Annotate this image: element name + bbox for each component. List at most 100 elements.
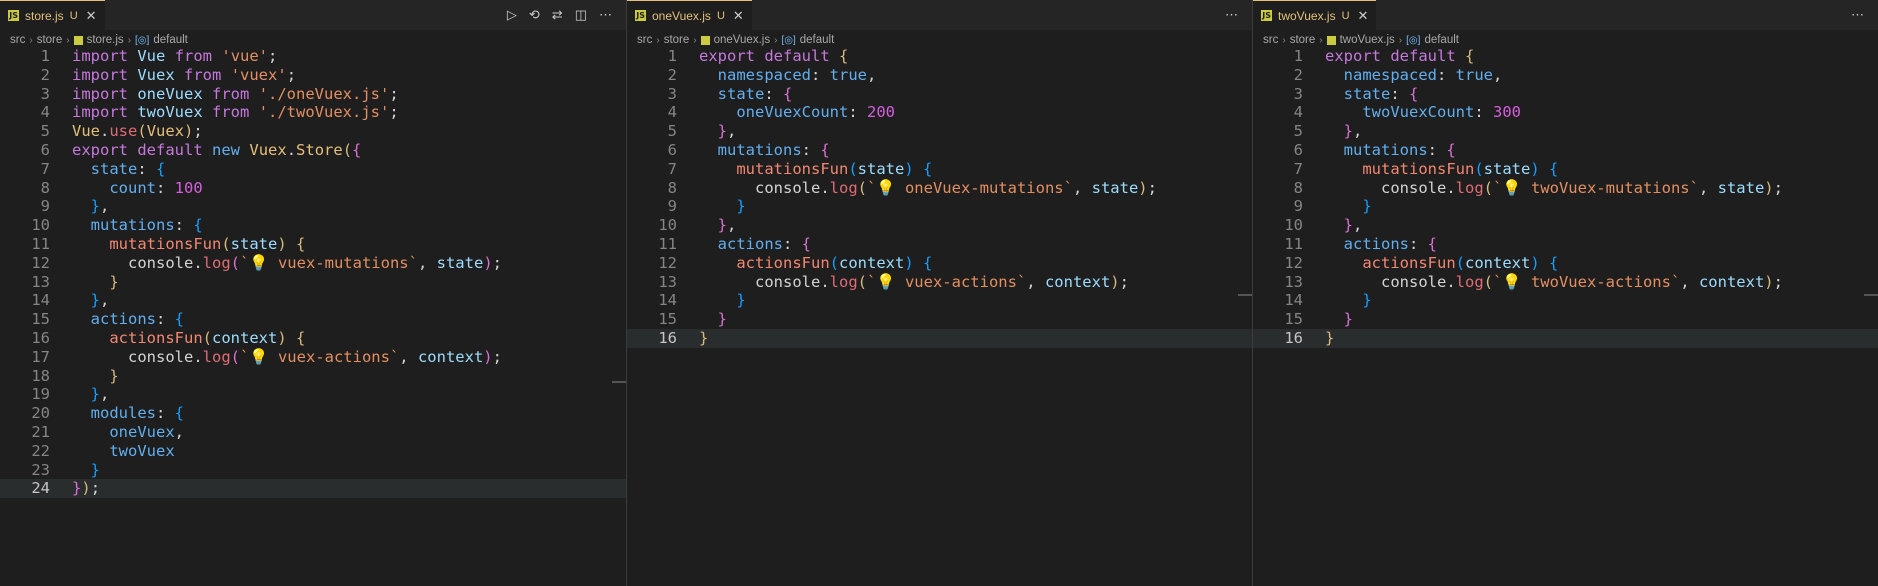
code-line[interactable]: 4 twoVuexCount: 300 bbox=[1253, 103, 1878, 122]
code-line[interactable]: 20 modules: { bbox=[0, 404, 626, 423]
breadcrumb-item-symbol[interactable]: default bbox=[1424, 34, 1459, 46]
close-icon[interactable]: ✕ bbox=[1358, 8, 1369, 24]
code-line[interactable]: 5 }, bbox=[1253, 122, 1878, 141]
breadcrumb-item-src[interactable]: src bbox=[637, 34, 652, 46]
code-line[interactable]: 8 console.log(`💡 twoVuex-mutations`, sta… bbox=[1253, 179, 1878, 198]
tab-twovuex-js[interactable]: JS twoVuex.js U ✕ bbox=[1253, 0, 1377, 30]
code-line[interactable]: 1 import Vue from 'vue'; bbox=[0, 47, 626, 66]
code-line[interactable]: 2 import Vuex from 'vuex'; bbox=[0, 66, 626, 85]
code-line[interactable]: 19 }, bbox=[0, 385, 626, 404]
breadcrumb-item-file[interactable]: twoVuex.js bbox=[1340, 34, 1395, 46]
breadcrumb-item-file[interactable]: store.js bbox=[87, 34, 124, 46]
code-line[interactable]: 18 } bbox=[0, 367, 626, 386]
code-line[interactable]: 3 state: { bbox=[627, 85, 1252, 104]
code-line[interactable]: 9 } bbox=[1253, 197, 1878, 216]
code-line[interactable]: 6 mutations: { bbox=[1253, 141, 1878, 160]
code-line[interactable]: 7 state: { bbox=[0, 160, 626, 179]
code-token: namespaced bbox=[1343, 65, 1437, 84]
code-line[interactable]: 12 console.log(`💡 vuex-mutations`, state… bbox=[0, 254, 626, 273]
code-line[interactable]: 12 actionsFun(context) { bbox=[627, 254, 1252, 273]
breadcrumb-item-store[interactable]: store bbox=[37, 34, 63, 46]
code-line[interactable]: 15 } bbox=[1253, 310, 1878, 329]
code-token: actionsFun bbox=[736, 253, 830, 272]
code-line[interactable]: 4 import twoVuex from './twoVuex.js'; bbox=[0, 103, 626, 122]
code-line[interactable]: 8 console.log(`💡 oneVuex-mutations`, sta… bbox=[627, 179, 1252, 198]
breadcrumb-item-src[interactable]: src bbox=[1263, 34, 1278, 46]
close-icon[interactable]: ✕ bbox=[733, 8, 744, 24]
code-line[interactable]: 6 mutations: { bbox=[627, 141, 1252, 160]
code-line[interactable]: 8 count: 100 bbox=[0, 179, 626, 198]
breadcrumb-item-file[interactable]: oneVuex.js bbox=[714, 34, 770, 46]
code-line[interactable]: 10 }, bbox=[1253, 216, 1878, 235]
code-text: twoVuexCount: 300 bbox=[1325, 103, 1521, 122]
close-icon[interactable]: ✕ bbox=[86, 8, 97, 24]
code-line[interactable]: 22 twoVuex bbox=[0, 442, 626, 461]
code-line[interactable]: 10 }, bbox=[627, 216, 1252, 235]
code-line[interactable]: 21 oneVuex, bbox=[0, 423, 626, 442]
code-line[interactable]: 13 console.log(`💡 twoVuex-actions`, cont… bbox=[1253, 273, 1878, 292]
code-line[interactable]: 24}); bbox=[0, 479, 626, 499]
code-line[interactable]: 15 } bbox=[627, 310, 1252, 329]
code-editor[interactable]: 1 export default {2 namespaced: true, 3 st… bbox=[1253, 47, 1878, 348]
code-line[interactable]: 3 state: { bbox=[1253, 85, 1878, 104]
split-editor-icon[interactable]: ◫ bbox=[575, 7, 587, 23]
run-icon[interactable]: ▷ bbox=[507, 7, 517, 23]
code-line[interactable]: 11 mutationsFun(state) { bbox=[0, 235, 626, 254]
tab-onevuex-js[interactable]: JS oneVuex.js U ✕ bbox=[627, 0, 752, 30]
code-line[interactable]: 23 } bbox=[0, 461, 626, 480]
code-token: ) bbox=[277, 328, 287, 347]
code-line[interactable]: 1 export default { bbox=[1253, 47, 1878, 66]
code-token: ( bbox=[1483, 272, 1494, 291]
code-line[interactable]: 10 mutations: { bbox=[0, 216, 626, 235]
tab-store-js[interactable]: JS store.js U ✕ bbox=[0, 0, 105, 30]
breadcrumb-item-store[interactable]: store bbox=[664, 34, 690, 46]
code-editor[interactable]: 1 import Vue from 'vue'; 2 import Vuex from… bbox=[0, 47, 626, 499]
code-token: ( bbox=[848, 159, 858, 178]
code-line[interactable]: 9 }, bbox=[0, 197, 626, 216]
code-line[interactable]: 2 namespaced: true, bbox=[627, 66, 1252, 85]
compare-changes-icon[interactable]: ⇄ bbox=[552, 7, 563, 23]
code-token: } bbox=[1362, 291, 1372, 310]
code-line[interactable]: 9 } bbox=[627, 197, 1252, 216]
code-token: : bbox=[801, 140, 821, 159]
code-line[interactable]: 7 mutationsFun(state) { bbox=[627, 160, 1252, 179]
breadcrumb-item-symbol[interactable]: default bbox=[800, 34, 835, 46]
code-line[interactable]: 13 console.log(`💡 vuex-actions`, context… bbox=[627, 273, 1252, 292]
breadcrumb-item-symbol[interactable]: default bbox=[153, 34, 188, 46]
code-token: { bbox=[923, 159, 933, 178]
code-token: context bbox=[1465, 253, 1531, 272]
code-line[interactable]: 5 Vue.use(Vuex); bbox=[0, 122, 626, 141]
code-line[interactable]: 6 export default new Vuex.Store({ bbox=[0, 141, 626, 160]
code-token: `💡 vuex-mutations` bbox=[240, 253, 418, 272]
more-actions-icon[interactable]: ⋯ bbox=[599, 7, 612, 23]
code-line[interactable]: 5 }, bbox=[627, 122, 1252, 141]
code-line[interactable]: 16} bbox=[627, 328, 1252, 348]
code-line[interactable]: 11 actions: { bbox=[627, 235, 1252, 254]
code-line[interactable]: 1 export default { bbox=[627, 47, 1252, 66]
code-editor[interactable]: 1 export default {2 namespaced: true, 3 st… bbox=[627, 47, 1252, 348]
code-line[interactable]: 14 } bbox=[627, 291, 1252, 310]
code-line[interactable]: 16} bbox=[1253, 328, 1878, 348]
code-line[interactable]: 11 actions: { bbox=[1253, 235, 1878, 254]
code-text: mutationsFun(state) { bbox=[72, 235, 305, 254]
breadcrumb-item-src[interactable]: src bbox=[10, 34, 25, 46]
code-line[interactable]: 12 actionsFun(context) { bbox=[1253, 254, 1878, 273]
code-line[interactable]: 17 console.log(`💡 vuex-actions`, context… bbox=[0, 348, 626, 367]
more-actions-icon[interactable]: ⋯ bbox=[1225, 7, 1238, 23]
code-line[interactable]: 13 } bbox=[0, 273, 626, 292]
code-line[interactable]: 14 }, bbox=[0, 291, 626, 310]
more-actions-icon[interactable]: ⋯ bbox=[1851, 7, 1864, 23]
code-line[interactable]: 16 actionsFun(context) { bbox=[0, 329, 626, 348]
code-line[interactable]: 4 oneVuexCount: 200 bbox=[627, 103, 1252, 122]
code-line[interactable]: 14 } bbox=[1253, 291, 1878, 310]
code-line[interactable]: 3 import oneVuex from './oneVuex.js'; bbox=[0, 85, 626, 104]
code-token: mutationsFun bbox=[736, 159, 849, 178]
code-line[interactable]: 15 actions: { bbox=[0, 310, 626, 329]
breadcrumb-item-store[interactable]: store bbox=[1290, 34, 1316, 46]
timeline-icon[interactable]: ⟲ bbox=[529, 7, 540, 23]
code-line[interactable]: 7 mutationsFun(state) { bbox=[1253, 160, 1878, 179]
code-line[interactable]: 2 namespaced: true, bbox=[1253, 66, 1878, 85]
